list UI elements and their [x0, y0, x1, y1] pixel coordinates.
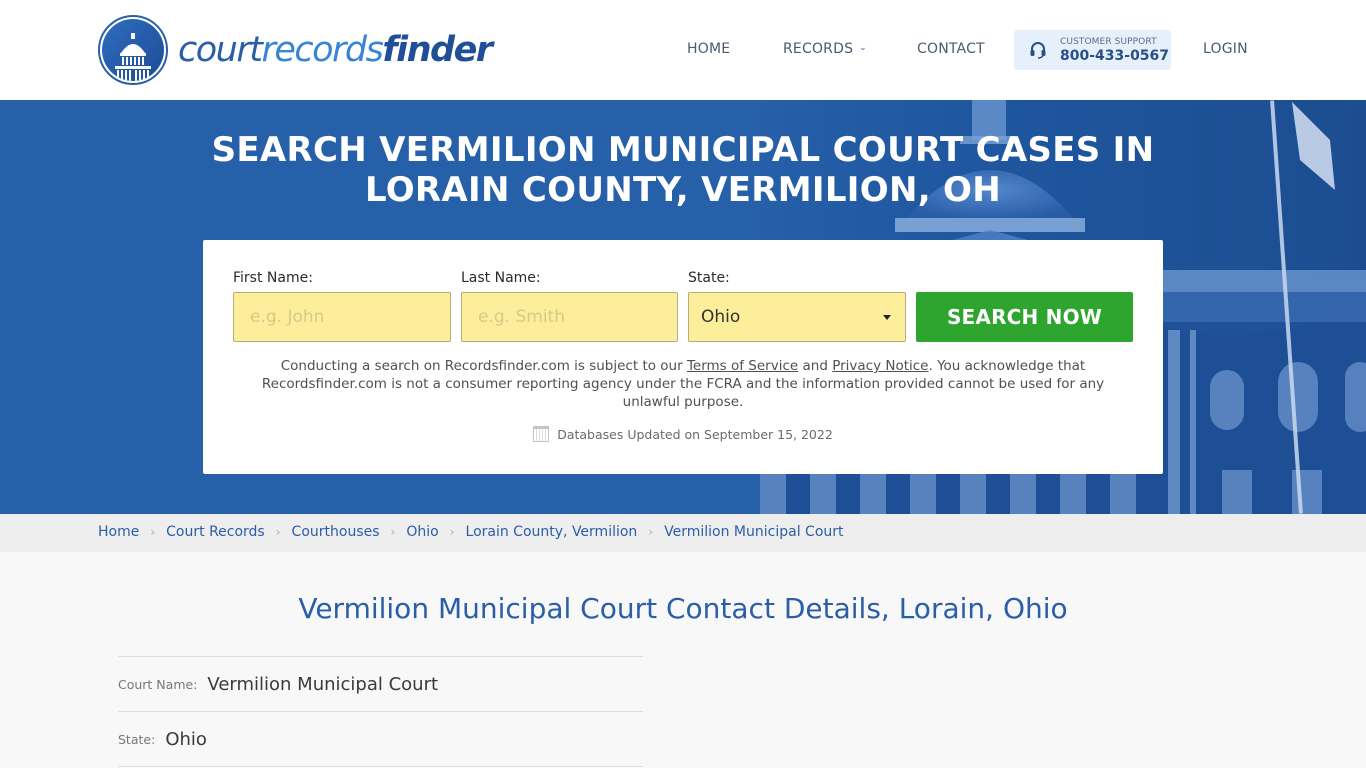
privacy-notice-link[interactable]: Privacy Notice	[832, 358, 928, 374]
nav-login[interactable]: LOGIN	[1203, 41, 1248, 57]
chevron-right-icon: ›	[390, 525, 396, 539]
hero-title: SEARCH VERMILION MUNICIPAL COURT CASES I…	[211, 130, 1155, 210]
breadcrumb-bar: Home › Court Records › Courthouses › Ohi…	[0, 514, 1366, 552]
disclaimer-text-and: and	[798, 358, 833, 374]
detail-label: State:	[118, 731, 156, 747]
site-header: courtrecordsfinder HOME RECORDS ⌄ CONTAC…	[0, 0, 1366, 100]
nav-records-label: RECORDS	[783, 41, 854, 57]
main-content: Vermilion Municipal Court Contact Detail…	[0, 552, 1366, 768]
support-label: CUSTOMER SUPPORT	[1060, 36, 1157, 47]
breadcrumb-current-page: Vermilion Municipal Court	[664, 524, 844, 540]
last-name-input[interactable]	[461, 292, 678, 342]
dropdown-caret-icon	[883, 315, 891, 320]
first-name-label: First Name:	[233, 270, 313, 286]
detail-label: Court Name:	[118, 676, 198, 692]
breadcrumb-court-records[interactable]: Court Records	[166, 524, 265, 540]
state-selected-value: Ohio	[701, 307, 741, 327]
breadcrumb-ohio[interactable]: Ohio	[406, 524, 438, 540]
last-name-label: Last Name:	[461, 270, 541, 286]
logo-text-records: records	[261, 29, 383, 70]
logo-text-court: court	[178, 29, 263, 70]
nav-home[interactable]: HOME	[687, 41, 730, 57]
breadcrumb-lorain-county-vermilion[interactable]: Lorain County, Vermilion	[466, 524, 638, 540]
detail-row-court-name: Court Name: Vermilion Municipal Court	[118, 656, 643, 711]
search-form: First Name: Last Name: State: Ohio SEARC…	[203, 240, 1163, 474]
page-title: Vermilion Municipal Court Contact Detail…	[298, 592, 1068, 625]
logo-wordmark: courtrecordsfinder	[178, 29, 493, 70]
chevron-right-icon: ›	[275, 525, 281, 539]
state-label: State:	[688, 270, 730, 286]
court-details-list: Court Name: Vermilion Municipal Court St…	[118, 656, 643, 767]
state-select[interactable]: Ohio	[688, 292, 906, 342]
database-updated-text: Databases Updated on September 15, 2022	[557, 426, 833, 442]
support-phone: 800-433-0567	[1060, 47, 1170, 64]
detail-value: Ohio	[165, 728, 207, 750]
customer-support-button[interactable]: CUSTOMER SUPPORT 800-433-0567	[1014, 30, 1171, 70]
calendar-icon	[533, 426, 550, 442]
search-disclaimer: Conducting a search on Recordsfinder.com…	[243, 357, 1123, 411]
hero-banner: SEARCH VERMILION MUNICIPAL COURT CASES I…	[0, 100, 1366, 514]
detail-value: Vermilion Municipal Court	[207, 673, 439, 695]
nav-records[interactable]: RECORDS ⌄	[783, 41, 867, 57]
first-name-input[interactable]	[233, 292, 451, 342]
site-logo[interactable]: courtrecordsfinder	[98, 15, 493, 85]
breadcrumb: Home › Court Records › Courthouses › Ohi…	[98, 524, 844, 540]
nav-contact[interactable]: CONTACT	[917, 41, 985, 57]
capitol-logo-icon	[98, 15, 168, 85]
detail-row-state: State: Ohio	[118, 711, 643, 766]
chevron-right-icon: ›	[449, 525, 455, 539]
logo-text-finder: finder	[382, 29, 493, 70]
chevron-down-icon: ⌄	[859, 43, 867, 53]
disclaimer-text-pre: Conducting a search on Recordsfinder.com…	[280, 358, 687, 374]
chevron-right-icon: ›	[150, 525, 156, 539]
database-updated-note: Databases Updated on September 15, 2022	[203, 426, 1163, 442]
search-now-button[interactable]: SEARCH NOW	[916, 292, 1133, 342]
chevron-right-icon: ›	[648, 525, 654, 539]
terms-of-service-link[interactable]: Terms of Service	[687, 358, 798, 374]
divider	[118, 766, 643, 767]
breadcrumb-home[interactable]: Home	[98, 524, 139, 540]
breadcrumb-courthouses[interactable]: Courthouses	[292, 524, 380, 540]
headset-icon	[1028, 40, 1048, 60]
